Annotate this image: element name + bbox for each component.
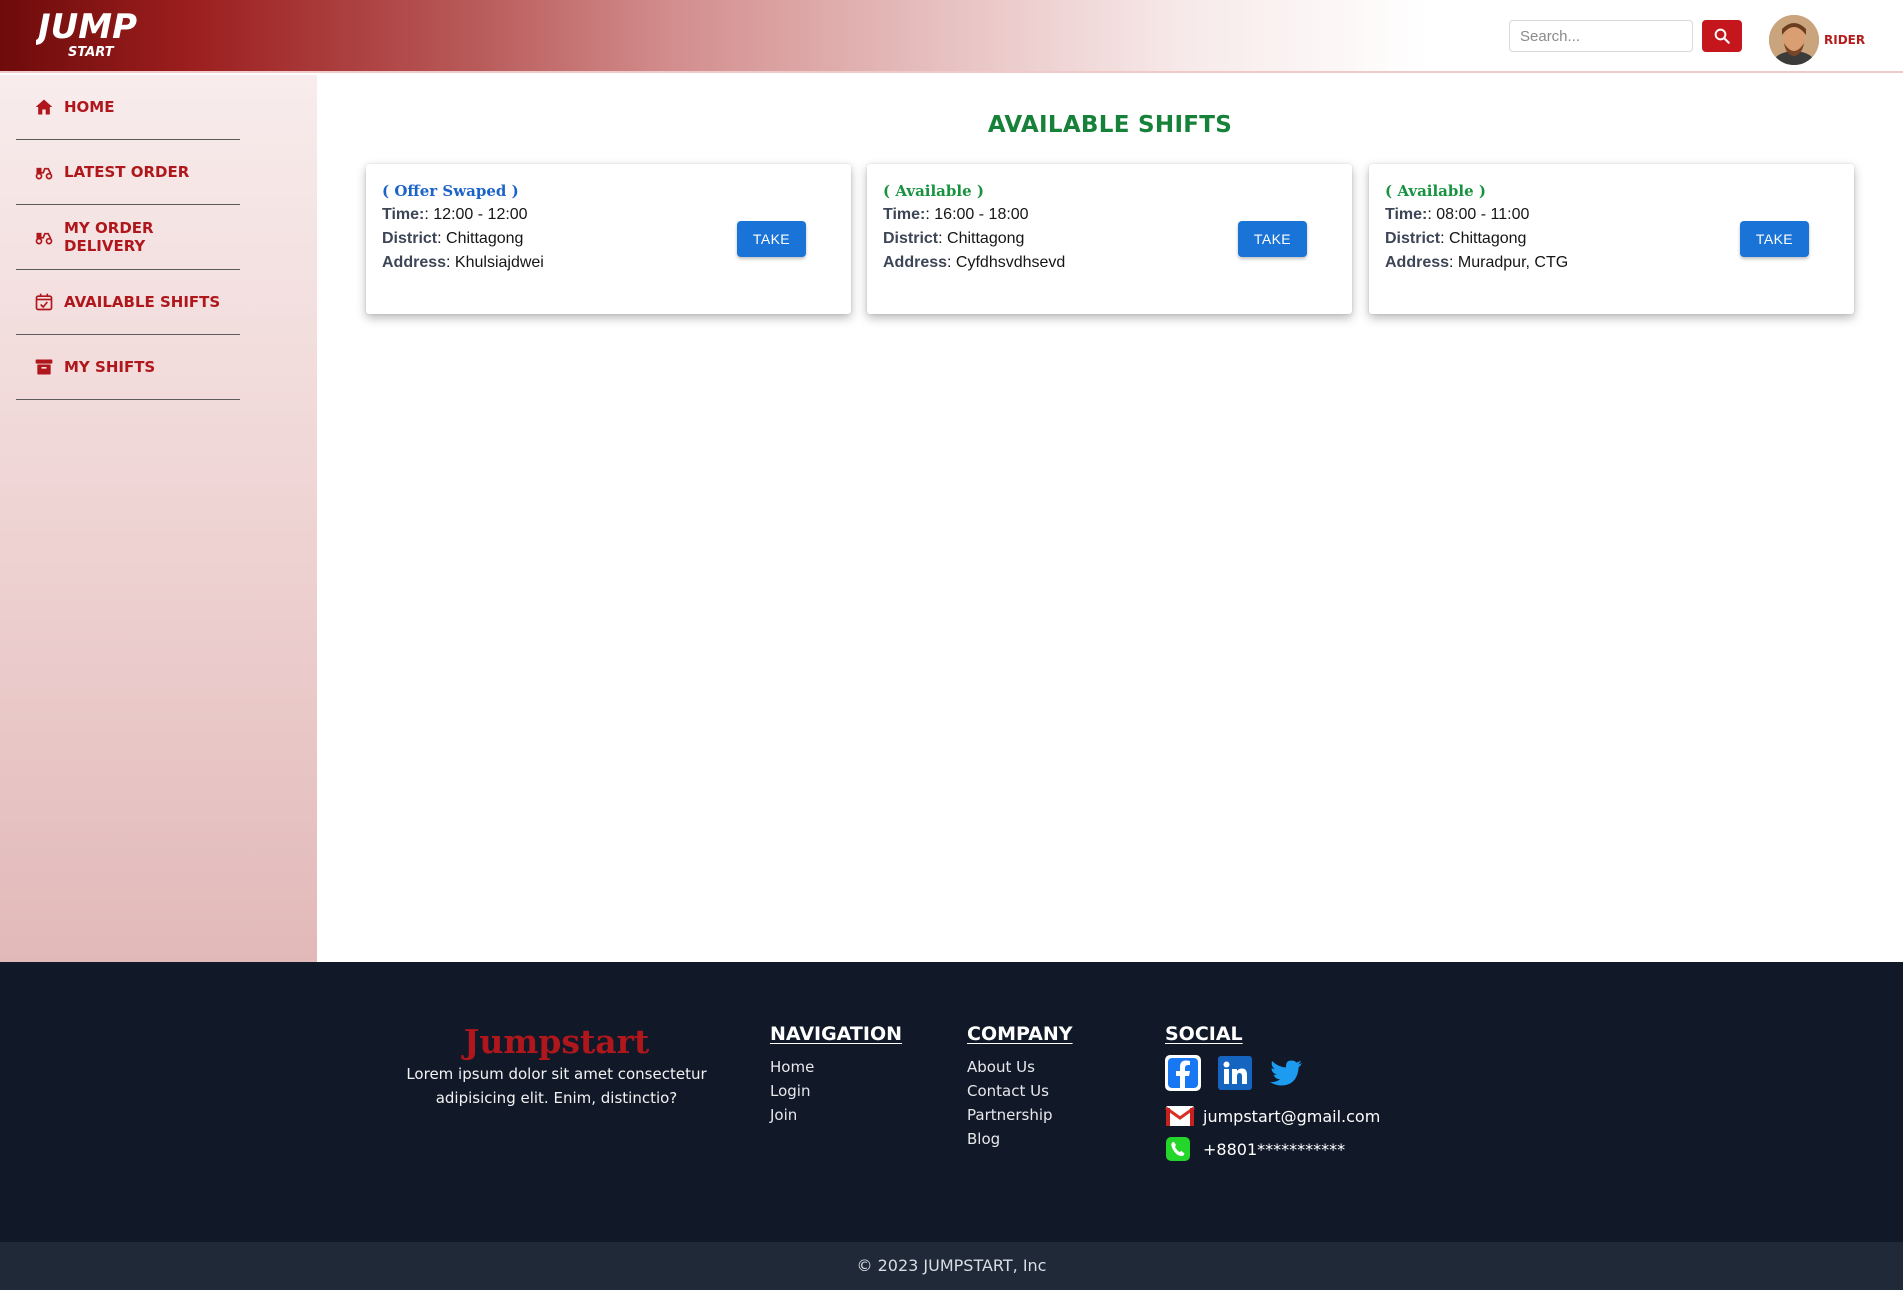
shift-status: ( Available ) — [883, 182, 984, 200]
footer-link-login[interactable]: Login — [770, 1082, 810, 1100]
shift-status: ( Offer Swaped ) — [382, 182, 519, 200]
take-shift-button[interactable]: TAKE — [1238, 221, 1307, 257]
scooter-icon — [34, 227, 54, 247]
phone-text: +8801*********** — [1203, 1139, 1346, 1159]
sidebar-item-my-shifts[interactable]: MY SHIFTS — [16, 335, 240, 400]
home-icon — [34, 97, 54, 117]
page-title: AVAILABLE SHIFTS — [987, 112, 1233, 138]
footer-link-contact-us[interactable]: Contact Us — [967, 1082, 1049, 1100]
sidebar: HOME LATEST ORDER MY ORDER DELIVERY AVAI… — [0, 75, 317, 962]
shift-status: ( Available ) — [1385, 182, 1486, 200]
sidebar-item-available-shifts[interactable]: AVAILABLE SHIFTS — [16, 270, 240, 335]
svg-text:JUMP: JUMP — [36, 7, 137, 47]
shift-district: District: Chittagong — [883, 230, 1025, 247]
archive-icon — [34, 357, 54, 377]
shift-address: Address: Khulsiajdwei — [382, 254, 544, 271]
search-button[interactable] — [1702, 20, 1742, 52]
shift-card: ( Offer Swaped ) Time:: 12:00 - 12:00 Di… — [366, 164, 851, 314]
footer-link-about-us[interactable]: About Us — [967, 1058, 1035, 1076]
shift-time: Time:: 16:00 - 18:00 — [883, 206, 1029, 223]
calendar-check-icon — [34, 292, 54, 312]
user-avatar[interactable] — [1769, 15, 1819, 65]
shift-address: Address: Cyfdhsvdhsevd — [883, 254, 1066, 271]
shift-time: Time:: 12:00 - 12:00 — [382, 206, 528, 223]
sidebar-item-label: HOME — [64, 98, 115, 116]
sidebar-item-my-order-delivery[interactable]: MY ORDER DELIVERY — [16, 205, 240, 270]
footer-link-join[interactable]: Join — [770, 1106, 797, 1124]
sidebar-item-home[interactable]: HOME — [16, 75, 240, 140]
linkedin-icon[interactable] — [1216, 1054, 1254, 1092]
sidebar-item-label: MY ORDER DELIVERY — [64, 219, 154, 255]
search-icon — [1714, 28, 1730, 44]
shift-district: District: Chittagong — [1385, 230, 1527, 247]
company-heading: COMPANY — [967, 1023, 1073, 1045]
navigation-heading: NAVIGATION — [770, 1023, 902, 1045]
social-heading: SOCIAL — [1165, 1023, 1243, 1045]
copyright-text: © 2023 JUMPSTART, Inc — [856, 1256, 1047, 1275]
shift-time: Time:: 08:00 - 11:00 — [1385, 206, 1530, 223]
footer: Jumpstart Lorem ipsum dolor sit amet con… — [0, 962, 1903, 1242]
gmail-icon — [1165, 1106, 1195, 1126]
user-role-label: RIDER — [1824, 33, 1866, 47]
footer-bottom-bar: © 2023 JUMPSTART, Inc — [0, 1242, 1903, 1290]
footer-description: Lorem ipsum dolor sit amet consectetur a… — [406, 1065, 707, 1107]
jumpstart-logo[interactable]: JUMP START — [36, 4, 156, 64]
facebook-icon[interactable] — [1164, 1054, 1202, 1092]
sidebar-item-label: MY SHIFTS — [64, 358, 156, 376]
sidebar-item-latest-order[interactable]: LATEST ORDER — [16, 140, 240, 205]
phone-icon — [1166, 1137, 1190, 1161]
shift-address: Address: Muradpur, CTG — [1385, 254, 1569, 271]
sidebar-item-label: AVAILABLE SHIFTS — [64, 293, 221, 311]
contact-phone: +8801*********** — [1165, 1136, 1345, 1162]
top-header: JUMP START RIDER — [0, 0, 1903, 73]
search-input[interactable] — [1509, 20, 1693, 52]
shift-card: ( Available ) Time:: 08:00 - 11:00 Distr… — [1369, 164, 1854, 314]
shift-district: District: Chittagong — [382, 230, 524, 247]
email-text[interactable]: jumpstart@gmail.com — [1203, 1107, 1380, 1126]
contact-email: jumpstart@gmail.com — [1165, 1104, 1380, 1128]
take-shift-button[interactable]: TAKE — [1740, 221, 1809, 257]
svg-text:START: START — [68, 45, 115, 60]
shift-card: ( Available ) Time:: 16:00 - 18:00 Distr… — [867, 164, 1352, 314]
sidebar-item-label: LATEST ORDER — [64, 163, 190, 181]
footer-link-partnership[interactable]: Partnership — [967, 1106, 1053, 1124]
take-shift-button[interactable]: TAKE — [737, 221, 806, 257]
footer-link-blog[interactable]: Blog — [967, 1130, 1000, 1148]
scooter-icon — [34, 162, 54, 182]
footer-link-home[interactable]: Home — [770, 1058, 814, 1076]
twitter-icon[interactable] — [1267, 1054, 1305, 1092]
avatar-image — [1769, 15, 1819, 65]
footer-brand: Jumpstart — [463, 1022, 650, 1061]
